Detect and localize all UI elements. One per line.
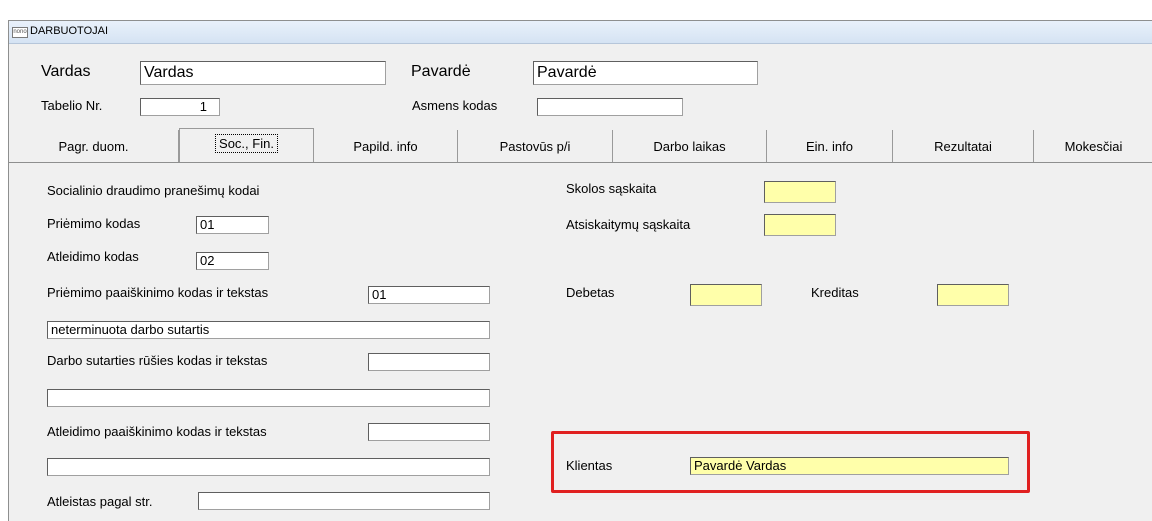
soc-heading: Socialinio draudimo pranešimų kodai xyxy=(47,183,260,198)
highlight-box xyxy=(551,431,1030,493)
debetas-label: Debetas xyxy=(566,285,615,300)
tab-strip: Pagr. duom. Soc., Fin. Papild. info Past… xyxy=(9,128,1152,163)
tab-papild-info[interactable]: Papild. info xyxy=(314,130,458,162)
priemimo-paaisk-text-field[interactable]: neterminuota darbo sutartis xyxy=(47,321,490,339)
atleidimo-paaisk-code-field[interactable] xyxy=(368,423,490,441)
debetas-field[interactable] xyxy=(690,284,762,306)
vardas-field[interactable]: Vardas xyxy=(140,61,386,85)
tab-rezultatai[interactable]: Rezultatai xyxy=(893,130,1034,162)
sutarties-text-field[interactable] xyxy=(47,389,490,407)
asmens-field[interactable] xyxy=(537,98,683,116)
atleidimo-kodas-label: Atleidimo kodas xyxy=(47,249,139,264)
window-title: DARBUOTOJAI xyxy=(30,25,109,37)
tab-soc-fin-label: Soc., Fin. xyxy=(215,134,278,153)
priemimo-paaisk-label: Priėmimo paaiškinimo kodas ir tekstas xyxy=(47,285,269,300)
skolos-field[interactable] xyxy=(764,181,836,203)
title-bar: nono DARBUOTOJAI xyxy=(9,21,1152,44)
pavarde-label: Pavardė xyxy=(411,63,471,80)
employee-window: nono DARBUOTOJAI Vardas Vardas Pavardė P… xyxy=(8,20,1152,521)
tab-darbo-laikas[interactable]: Darbo laikas xyxy=(613,130,767,162)
asmens-label: Asmens kodas xyxy=(412,98,498,113)
tab-soc-fin[interactable]: Soc., Fin. xyxy=(179,128,314,163)
sutarties-label: Darbo sutarties rūšies kodas ir tekstas xyxy=(47,353,268,368)
atleidimo-paaisk-label: Atleidimo paaiškinimo kodas ir tekstas xyxy=(47,424,267,439)
atleidimo-kodas-field[interactable]: 02 xyxy=(196,252,269,270)
pavarde-field[interactable]: Pavardė xyxy=(533,61,758,85)
atsiskaitymu-field[interactable] xyxy=(764,214,836,236)
skolos-label: Skolos sąskaita xyxy=(566,181,657,196)
priemimo-kodas-label: Priėmimo kodas xyxy=(47,216,141,231)
sutarties-code-field[interactable] xyxy=(368,353,490,371)
tabelio-field[interactable]: 1 xyxy=(140,98,220,116)
tab-ein-info[interactable]: Ein. info xyxy=(767,130,893,162)
tab-pastovus[interactable]: Pastovūs p/i xyxy=(458,130,613,162)
atleistas-label: Atleistas pagal str. xyxy=(47,494,153,509)
atleidimo-paaisk-text-field[interactable] xyxy=(47,458,490,476)
kreditas-label: Kreditas xyxy=(811,285,859,300)
priemimo-kodas-field[interactable]: 01 xyxy=(196,216,269,234)
tabelio-label: Tabelio Nr. xyxy=(41,98,103,113)
tab-mokesciai[interactable]: Mokesčiai xyxy=(1034,130,1152,162)
atleistas-field[interactable] xyxy=(198,492,490,510)
priemimo-paaisk-code-field[interactable]: 01 xyxy=(368,286,490,304)
atsiskaitymu-label: Atsiskaitymų sąskaita xyxy=(566,217,691,232)
kreditas-field[interactable] xyxy=(937,284,1009,306)
app-icon: nono xyxy=(12,27,28,38)
tab-pagr-duom[interactable]: Pagr. duom. xyxy=(9,130,179,162)
tab-divider xyxy=(9,162,1152,163)
vardas-label: Vardas xyxy=(41,63,91,80)
